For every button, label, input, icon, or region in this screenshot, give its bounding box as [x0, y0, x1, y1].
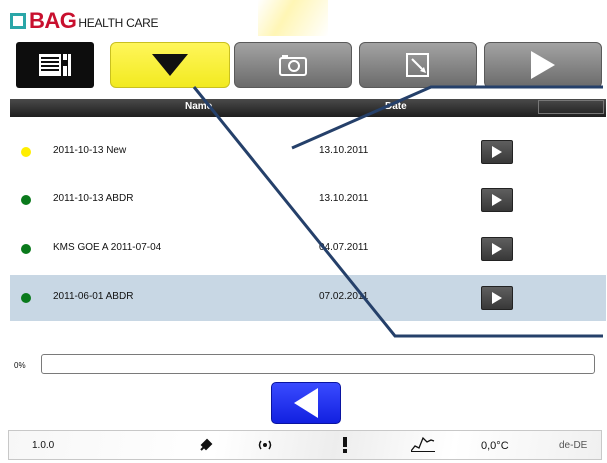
list-view-button[interactable]: [16, 42, 94, 88]
table-row[interactable]: KMS GOE A 2011-07-04 04.07.2011: [10, 226, 606, 272]
note-icon: [406, 53, 429, 77]
background-decoration: [258, 0, 328, 36]
triangle-down-icon: [152, 54, 188, 76]
logo-tagline: HEALTH CARE: [78, 16, 159, 30]
logo-brand-text: BAG: [29, 8, 77, 33]
brand-logo: BAG HEALTH CARE: [10, 8, 159, 34]
version-label: 1.0.0: [32, 440, 55, 451]
progress-label: 0%: [14, 361, 26, 370]
play-icon: [492, 292, 502, 304]
camera-icon: [279, 55, 307, 76]
row-play-button[interactable]: [481, 237, 513, 261]
edit-note-button[interactable]: [359, 42, 477, 88]
locale-label: de-DE: [559, 440, 588, 451]
header-empty-cell: [538, 100, 604, 114]
triangle-left-icon: [294, 388, 318, 418]
logo-square-icon: [10, 13, 26, 29]
column-date[interactable]: Date: [385, 101, 407, 112]
row-play-button[interactable]: [481, 286, 513, 310]
play-icon: [492, 243, 502, 255]
row-name: 2011-10-13 ABDR: [53, 193, 134, 204]
table-row[interactable]: 2011-10-13 New 13.10.2011: [10, 129, 606, 175]
play-icon: [492, 194, 502, 206]
row-play-button[interactable]: [481, 140, 513, 164]
table-header: Name Date: [10, 99, 606, 117]
status-dot-icon: [21, 293, 31, 303]
plug-icon: [199, 438, 213, 455]
table-row[interactable]: 2011-10-13 ABDR 13.10.2011: [10, 177, 606, 223]
play-button[interactable]: [484, 42, 602, 88]
row-name: KMS GOE A 2011-07-04: [53, 242, 162, 253]
status-dot-icon: [21, 195, 31, 205]
camera-button[interactable]: [234, 42, 352, 88]
play-icon: [492, 146, 502, 158]
status-dot-icon: [21, 244, 31, 254]
back-button[interactable]: [271, 382, 341, 424]
radio-signal-icon: [258, 438, 272, 455]
progress-bar: [41, 354, 595, 374]
row-date: 13.10.2011: [319, 145, 369, 156]
row-date: 07.02.2011: [319, 291, 369, 302]
play-icon: [531, 51, 555, 79]
alert-icon: [341, 437, 349, 456]
list-icon: [39, 54, 71, 76]
row-name: 2011-10-13 New: [53, 145, 127, 156]
dropdown-button[interactable]: [110, 42, 230, 88]
row-date: 04.07.2011: [319, 242, 369, 253]
row-play-button[interactable]: [481, 188, 513, 212]
column-name[interactable]: Name: [185, 101, 212, 112]
temperature-readout: 0,0°C: [481, 440, 509, 452]
row-name: 2011-06-01 ABDR: [53, 291, 134, 302]
status-dot-icon: [21, 147, 31, 157]
table-row-selected[interactable]: 2011-06-01 ABDR 07.02.2011: [10, 275, 606, 321]
status-bar: 1.0.0 0,0°C de-DE: [8, 430, 602, 460]
row-date: 13.10.2011: [319, 193, 369, 204]
chart-icon: [410, 436, 435, 455]
